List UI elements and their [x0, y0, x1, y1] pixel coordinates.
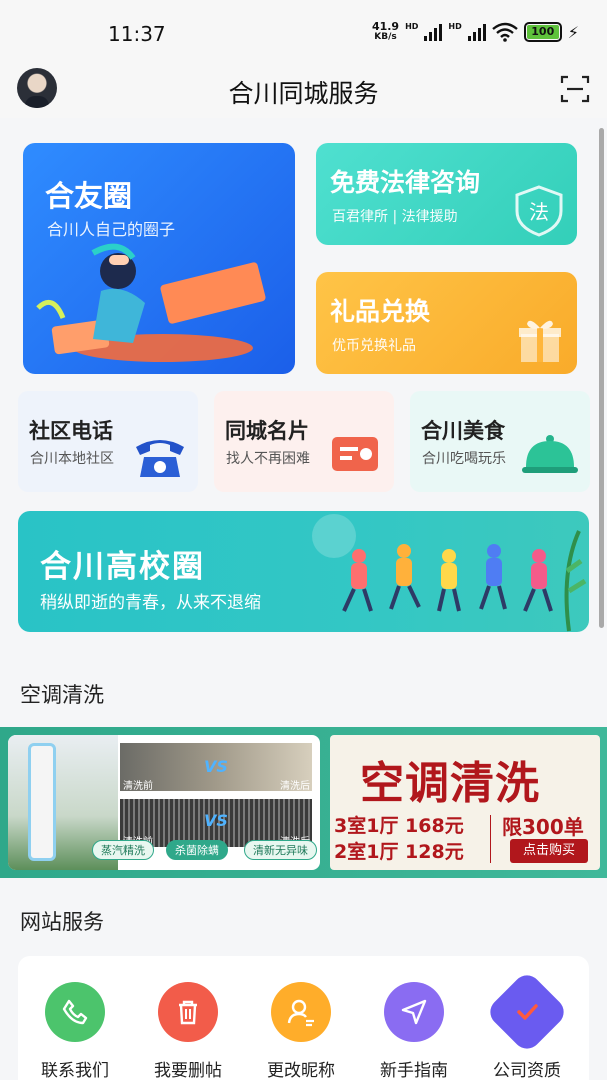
price-2room: 2室1厅 128元 [334, 841, 464, 863]
app-header: 合川同城服务 [0, 62, 607, 118]
students-illustration [312, 514, 587, 632]
beginner-guide-item[interactable]: 新手指南 [369, 982, 459, 1080]
ac-cleaning-banner[interactable]: 清洗前 清洗后 清洗前 清洗后 VS VS 蒸汽精洗 杀菌除螨 清新无异味 空调… [0, 727, 607, 878]
card-subtitle: 合川吃喝玩乐 [422, 451, 506, 467]
ac-before-after-image: 清洗前 清洗后 清洗前 清洗后 VS VS 蒸汽精洗 杀菌除螨 清新无异味 [8, 735, 320, 870]
wifi-icon [491, 22, 518, 42]
service-label: 我要删帖 [154, 1061, 222, 1080]
change-nickname-item[interactable]: 更改昵称 [256, 982, 346, 1080]
id-card-icon [332, 437, 378, 471]
shield-icon: 法 [515, 185, 563, 237]
community-phone-card[interactable]: 社区电话 合川本地社区 [18, 391, 198, 492]
telephone-icon [136, 440, 184, 477]
page-title: 合川同城服务 [228, 79, 379, 108]
banner-title: 合川高校圈 [40, 549, 205, 585]
ac-headline: 空调清洗 [360, 758, 540, 809]
section-title-services: 网站服务 [20, 910, 104, 934]
feature-pill: 清新无异味 [244, 840, 317, 860]
trash-icon [158, 982, 218, 1042]
ac-offer-panel: 空调清洗 3室1厅 168元 2室1厅 128元 限300单 点击购买 [330, 735, 600, 870]
card-subtitle: 百君律所 | 法律援助 [332, 209, 458, 225]
delete-post-item[interactable]: 我要删帖 [143, 982, 233, 1080]
price-3room: 3室1厅 168元 [334, 815, 464, 837]
divider [490, 815, 491, 863]
before-label: 清洗前 [123, 781, 153, 792]
card-title: 同城名片 [225, 419, 309, 443]
user-edit-icon [271, 982, 331, 1042]
phone-icon [45, 982, 105, 1042]
service-label: 新手指南 [380, 1061, 448, 1080]
svg-text:法: 法 [529, 200, 549, 224]
card-subtitle: 合川本地社区 [30, 451, 114, 467]
status-bar: 11:37 41.9 KB/s HD HD 100 ⚡ [0, 0, 607, 62]
legal-consult-card[interactable]: 免费法律咨询 百君律所 | 法律援助 法 [316, 143, 577, 245]
gift-icon [519, 320, 561, 362]
feature-pill: 杀菌除螨 [166, 840, 228, 860]
business-card-card[interactable]: 同城名片 找人不再困难 [214, 391, 394, 492]
signal-icon [424, 23, 443, 41]
card-title: 社区电话 [29, 419, 113, 443]
buy-button[interactable]: 点击购买 [510, 839, 588, 863]
status-icons: 41.9 KB/s HD HD 100 ⚡ [371, 20, 579, 42]
status-time: 11:37 [108, 22, 166, 46]
service-label: 公司资质 [493, 1061, 561, 1080]
banner-subtitle: 稍纵即逝的青春，从来不退缩 [40, 593, 261, 613]
signal-icon [467, 23, 486, 41]
section-title-ac: 空调清洗 [20, 683, 104, 707]
battery-icon: 100 [523, 22, 562, 42]
contact-us-item[interactable]: 联系我们 [30, 982, 120, 1080]
local-food-card[interactable]: 合川美食 合川吃喝玩乐 [410, 391, 590, 492]
card-title: 礼品兑换 [330, 297, 431, 326]
card-subtitle: 找人不再困难 [226, 451, 310, 467]
card-title: 合川美食 [421, 419, 505, 443]
service-label: 联系我们 [41, 1061, 109, 1080]
service-label: 更改昵称 [267, 1061, 335, 1080]
limit-label: 限300单 [502, 815, 584, 839]
services-panel: 联系我们 我要删帖 更改昵称 新手指南 公司资质 [18, 956, 589, 1080]
certificate-icon [484, 969, 570, 1055]
hd-label: HD [448, 22, 462, 31]
hd-label: HD [405, 22, 419, 31]
charging-icon: ⚡ [567, 22, 579, 42]
campus-circle-banner[interactable]: 合川高校圈 稍纵即逝的青春，从来不退缩 [18, 511, 589, 632]
friends-circle-card[interactable]: 合友圈 合川人自己的圈子 [23, 143, 295, 374]
after-label: 清洗后 [280, 781, 310, 792]
card-subtitle: 优币兑换礼品 [332, 338, 416, 354]
card-title: 免费法律咨询 [330, 168, 481, 197]
network-speed: 41.9 KB/s [371, 20, 400, 42]
scrollbar[interactable] [599, 128, 604, 628]
skateboard-illustration [36, 243, 266, 362]
food-cloche-icon [522, 435, 578, 473]
vs-label: VS [204, 757, 228, 776]
gift-exchange-card[interactable]: 礼品兑换 优币兑换礼品 [316, 272, 577, 374]
company-qualification-item[interactable]: 公司资质 [482, 969, 572, 1080]
navigation-icon [384, 982, 444, 1042]
vs-label: VS [204, 811, 228, 830]
feature-pill: 蒸汽精洗 [92, 840, 154, 860]
scan-icon[interactable] [560, 74, 590, 104]
